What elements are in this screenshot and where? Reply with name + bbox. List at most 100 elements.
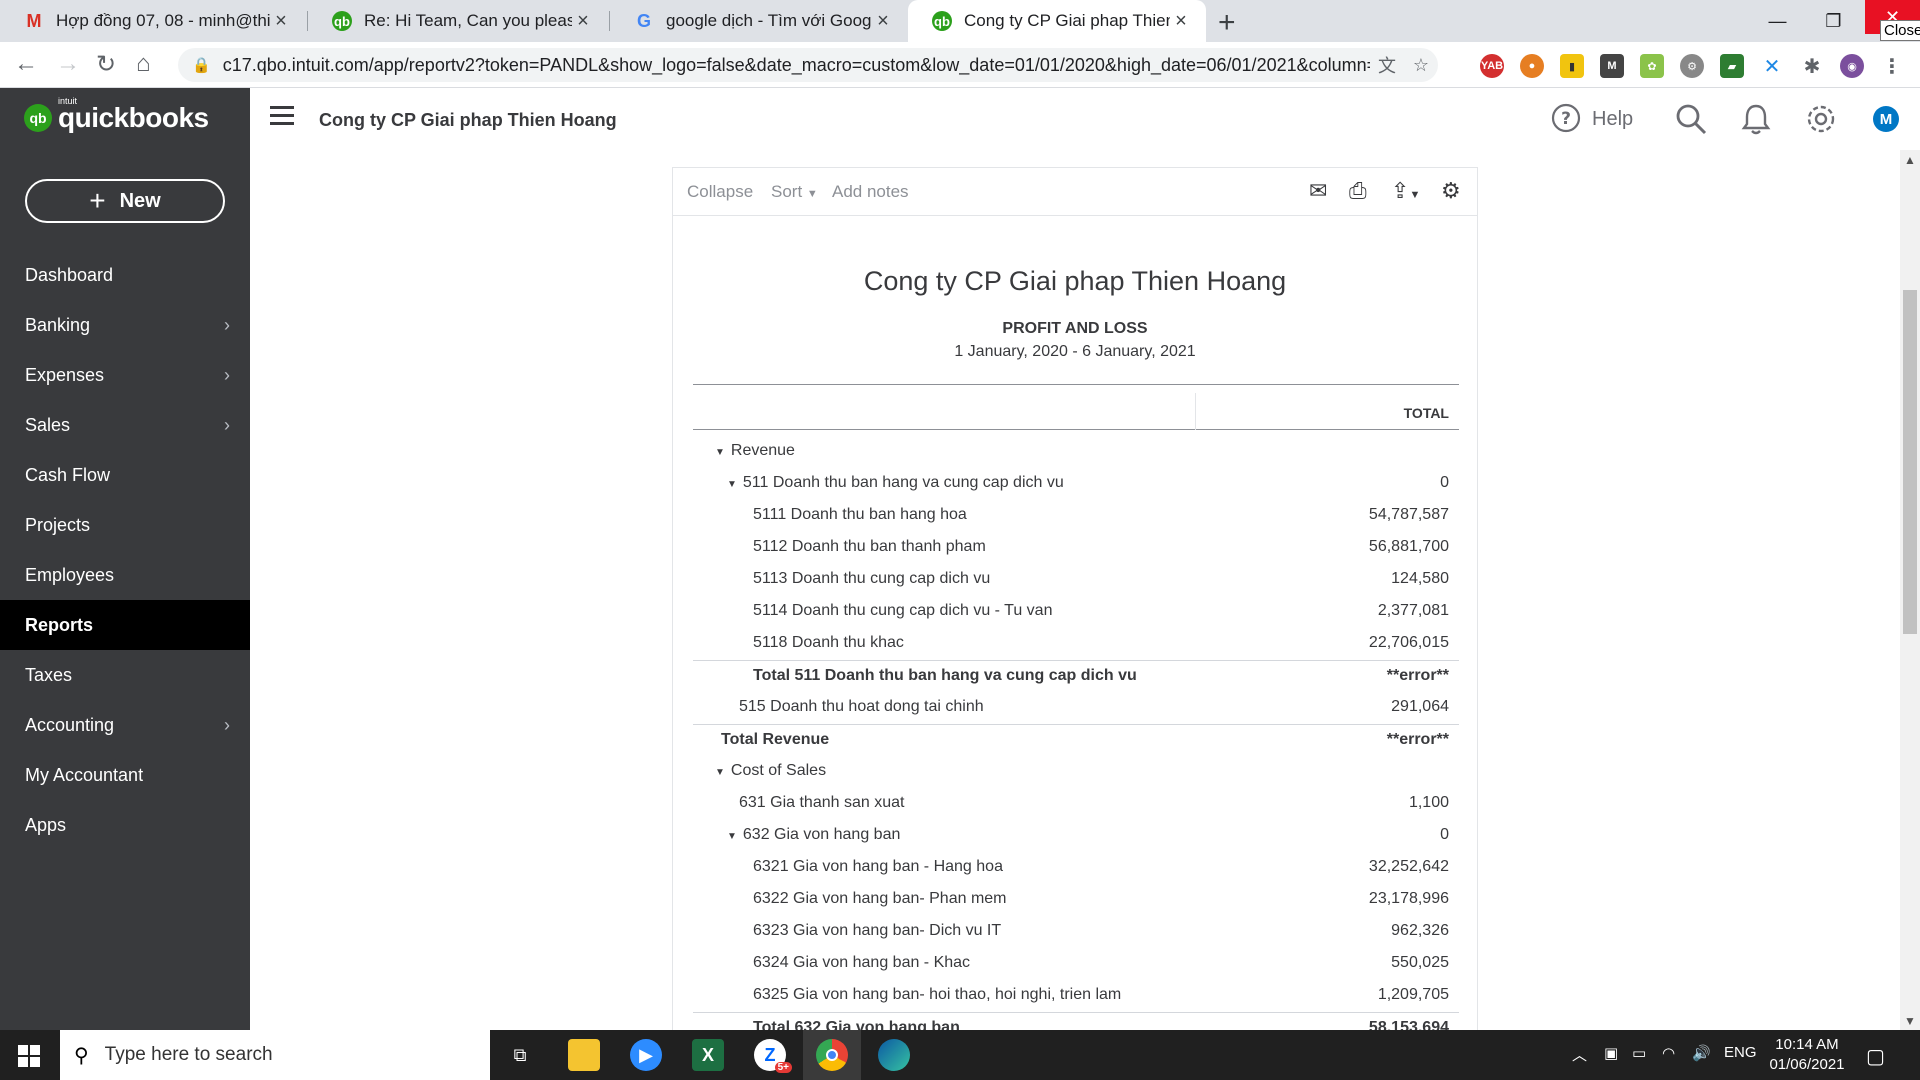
close-tab-icon[interactable]: × xyxy=(872,10,894,33)
extension-yab-icon[interactable]: YAB xyxy=(1480,54,1504,78)
collapse-caret-icon[interactable]: ▼ xyxy=(727,479,737,490)
sidebar-item-employees[interactable]: Employees xyxy=(0,550,250,600)
row-value[interactable]: 54,787,587 xyxy=(1369,506,1449,524)
sidebar-item-expenses[interactable]: Expenses › xyxy=(0,350,250,400)
address-bar[interactable]: 🔒 c17.qbo.intuit.com/app/reportv2?token=… xyxy=(178,48,1438,82)
close-tab-icon[interactable]: × xyxy=(1170,10,1192,33)
table-row[interactable]: 6324 Gia von hang ban - Khac 550,025 xyxy=(693,948,1459,980)
table-row[interactable]: 515 Doanh thu hoat dong tai chinh 291,064 xyxy=(693,692,1459,724)
taskbar-search-box[interactable]: ⚲ Type here to search xyxy=(60,1030,490,1080)
taskbar-clock[interactable]: 10:14 AM 01/06/2021 xyxy=(1762,1035,1852,1075)
extension-sheet-icon[interactable]: ▰ xyxy=(1720,54,1744,78)
menu-icon[interactable] xyxy=(270,106,294,130)
language-indicator[interactable]: ENG xyxy=(1724,1044,1757,1061)
extensions-puzzle-icon[interactable]: ✱ xyxy=(1800,54,1824,78)
chrome-menu-icon[interactable]: ⋮ xyxy=(1880,54,1904,78)
help-label[interactable]: Help xyxy=(1592,108,1633,131)
collapse-caret-icon[interactable]: ▼ xyxy=(715,767,725,778)
report-settings-gear-icon[interactable]: ⚙ xyxy=(1441,178,1461,204)
table-row[interactable]: Total Revenue **error** xyxy=(693,724,1459,756)
table-row[interactable]: 5118 Doanh thu khac 22,706,015 xyxy=(693,628,1459,660)
row-value[interactable]: 0 xyxy=(1440,826,1449,844)
table-row[interactable]: 6325 Gia von hang ban- hoi thao, hoi ngh… xyxy=(693,980,1459,1012)
file-explorer-icon[interactable] xyxy=(568,1039,600,1071)
row-value[interactable]: 32,252,642 xyxy=(1369,858,1449,876)
sidebar-item-sales[interactable]: Sales › xyxy=(0,400,250,450)
table-row[interactable]: 5114 Doanh thu cung cap dich vu - Tu van… xyxy=(693,596,1459,628)
table-row[interactable]: 6323 Gia von hang ban- Dich vu IT 962,326 xyxy=(693,916,1459,948)
row-value[interactable]: 1,209,705 xyxy=(1378,986,1449,1004)
minimize-icon[interactable]: — xyxy=(1750,0,1805,42)
row-value[interactable]: 962,326 xyxy=(1391,922,1449,940)
new-button[interactable]: + New xyxy=(25,179,225,223)
forward-icon[interactable]: → xyxy=(56,50,80,78)
table-row[interactable]: 631 Gia thanh san xuat 1,100 xyxy=(693,788,1459,820)
table-row[interactable]: 6321 Gia von hang ban - Hang hoa 32,252,6… xyxy=(693,852,1459,884)
zoom-icon[interactable]: ▶ xyxy=(630,1039,662,1071)
sidebar-item-projects[interactable]: Projects xyxy=(0,500,250,550)
reload-icon[interactable]: ↻ xyxy=(96,50,116,79)
task-view-icon[interactable]: ⧉ xyxy=(504,1039,536,1071)
browser-tab-quickbooks-email[interactable]: qb Re: Hi Team, Can you please help × xyxy=(308,0,608,42)
row-value[interactable]: 1,100 xyxy=(1409,794,1449,812)
row-value[interactable]: 291,064 xyxy=(1391,698,1449,716)
row-value[interactable]: 550,025 xyxy=(1391,954,1449,972)
lock-icon[interactable]: 🔒 xyxy=(192,56,211,74)
scroll-up-icon[interactable]: ▲ xyxy=(1904,153,1916,167)
row-value[interactable]: 124,580 xyxy=(1391,570,1449,588)
table-row[interactable]: 6322 Gia von hang ban- Phan mem 23,178,99… xyxy=(693,884,1459,916)
sidebar-item-cash-flow[interactable]: Cash Flow xyxy=(0,450,250,500)
table-row[interactable]: Total 511 Doanh thu ban hang va cung cap… xyxy=(693,660,1459,692)
table-row[interactable]: ▼ Revenue xyxy=(693,436,1459,468)
row-value[interactable]: **error** xyxy=(1387,667,1449,685)
edge-icon[interactable] xyxy=(878,1039,910,1071)
excel-icon[interactable]: X xyxy=(692,1039,724,1071)
extension-cookie-icon[interactable]: ● xyxy=(1520,54,1544,78)
battery-icon[interactable]: ▭ xyxy=(1632,1044,1646,1062)
collapse-caret-icon[interactable]: ▼ xyxy=(727,831,737,842)
user-avatar[interactable]: M xyxy=(1873,106,1899,132)
notification-center-icon[interactable]: ▢ xyxy=(1866,1044,1885,1069)
wifi-icon[interactable]: ◠ xyxy=(1662,1044,1675,1062)
home-icon[interactable]: ⌂ xyxy=(136,50,151,78)
new-tab-button[interactable]: + xyxy=(1218,6,1236,40)
zalo-icon[interactable]: Z 5+ xyxy=(754,1039,792,1073)
browser-tab-report[interactable]: qb Cong ty CP Giai phap Thien Hoan × xyxy=(908,0,1206,42)
print-icon[interactable]: ⎙ xyxy=(1349,178,1367,204)
export-icon[interactable]: ⇪▼ xyxy=(1391,178,1420,204)
quickbooks-logo[interactable]: qb intuit quickbooks xyxy=(24,96,209,134)
sidebar-item-accounting[interactable]: Accounting › xyxy=(0,700,250,750)
extension-x-icon[interactable]: ✕ xyxy=(1760,54,1784,78)
restore-icon[interactable]: ❐ xyxy=(1806,0,1861,42)
chrome-icon[interactable] xyxy=(816,1039,848,1071)
email-icon[interactable]: ✉ xyxy=(1309,178,1327,204)
bookmark-star-icon[interactable]: ☆ xyxy=(1404,55,1438,76)
collapse-button[interactable]: Collapse xyxy=(687,182,753,202)
profile-avatar-icon[interactable]: ◉ xyxy=(1840,54,1864,78)
extension-flower-icon[interactable]: ✿ xyxy=(1640,54,1664,78)
volume-icon[interactable]: 🔊 xyxy=(1692,1044,1711,1062)
translate-icon[interactable]: 文 xyxy=(1370,52,1404,78)
collapse-caret-icon[interactable]: ▼ xyxy=(715,447,725,458)
sort-button[interactable]: Sort ▼ xyxy=(771,182,818,202)
row-value[interactable]: 22,706,015 xyxy=(1369,634,1449,652)
table-row[interactable]: 5112 Doanh thu ban thanh pham 56,881,700 xyxy=(693,532,1459,564)
table-row[interactable]: ▼ Cost of Sales xyxy=(693,756,1459,788)
back-icon[interactable]: ← xyxy=(14,50,38,78)
extension-gear-icon[interactable]: ⚙ xyxy=(1680,54,1704,78)
row-value[interactable]: 0 xyxy=(1440,474,1449,492)
show-hidden-icons-icon[interactable]: ︿ xyxy=(1572,1044,1587,1065)
table-row[interactable]: ▼ 632 Gia von hang ban 0 xyxy=(693,820,1459,852)
scrollbar-thumb[interactable] xyxy=(1903,290,1917,634)
search-icon[interactable] xyxy=(1674,102,1708,144)
sidebar-item-banking[interactable]: Banking › xyxy=(0,300,250,350)
row-value[interactable]: 56,881,700 xyxy=(1369,538,1449,556)
windows-start-icon[interactable] xyxy=(18,1045,40,1067)
row-value[interactable]: 23,178,996 xyxy=(1369,890,1449,908)
scroll-down-icon[interactable]: ▼ xyxy=(1904,1014,1916,1028)
notifications-bell-icon[interactable] xyxy=(1740,102,1772,144)
table-row[interactable]: 5111 Doanh thu ban hang hoa 54,787,587 xyxy=(693,500,1459,532)
browser-tab-google[interactable]: G google dịch - Tìm với Google × xyxy=(610,0,908,42)
settings-gear-icon[interactable] xyxy=(1804,102,1838,144)
meet-now-icon[interactable]: ▣ xyxy=(1604,1044,1618,1062)
